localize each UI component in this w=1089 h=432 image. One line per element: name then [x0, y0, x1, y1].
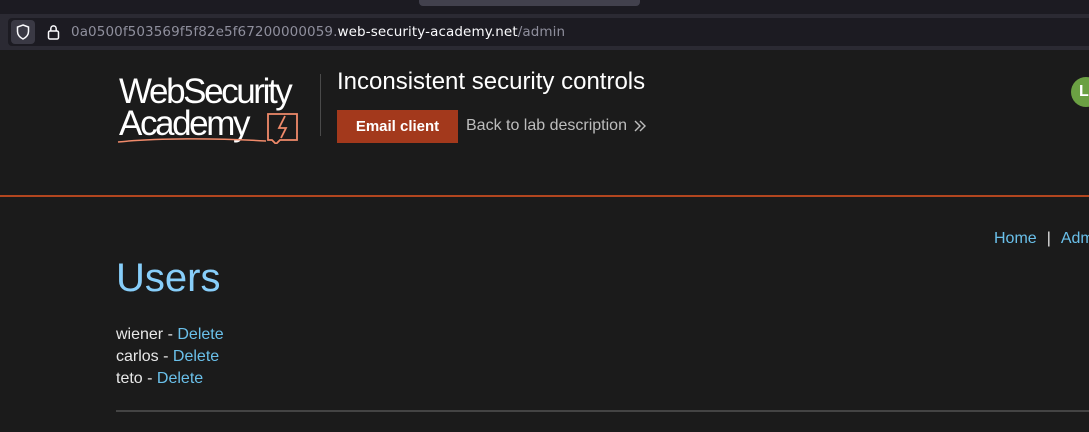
chevron-right-double-icon [634, 120, 646, 132]
user-name: carlos [116, 348, 159, 365]
avatar[interactable]: L [1071, 77, 1089, 107]
user-list: wiener - Delete carlos - Delete teto - D… [116, 324, 224, 390]
url-host: web-security-academy.net [337, 24, 518, 40]
user-separator: - [142, 370, 157, 387]
user-separator: - [158, 348, 173, 365]
email-client-button[interactable]: Email client [337, 110, 458, 143]
url-text[interactable]: 0a0500f503569f5f82e5f67200000059.web-sec… [71, 24, 565, 40]
delete-user-link[interactable]: Delete [173, 348, 219, 365]
nav-separator: | [1046, 230, 1051, 247]
tab-strip [0, 0, 1089, 14]
header-divider [320, 74, 321, 136]
user-name: teto [116, 370, 143, 387]
top-nav: Home | Adm [994, 230, 1089, 248]
page-title: Users [116, 256, 221, 300]
delete-user-link[interactable]: Delete [177, 326, 223, 343]
section-divider [116, 410, 1089, 412]
tracking-protection-icon[interactable] [11, 20, 35, 44]
user-row-teto: teto - Delete [116, 368, 224, 390]
url-path: /admin [517, 24, 566, 40]
user-name: wiener [116, 326, 164, 343]
user-separator: - [163, 326, 178, 343]
back-to-lab-description-link[interactable]: Back to lab description [466, 117, 647, 135]
url-bar: 0a0500f503569f5f82e5f67200000059.web-sec… [0, 14, 1089, 50]
lab-header: WebSecurity Academy Inconsistent securit… [0, 50, 1089, 197]
user-row-carlos: carlos - Delete [116, 346, 224, 368]
nav-home-link[interactable]: Home [994, 230, 1037, 248]
back-link-label: Back to lab description [466, 117, 627, 134]
url-subdomain: 0a0500f503569f5f82e5f67200000059. [71, 24, 338, 40]
delete-user-link[interactable]: Delete [157, 370, 203, 387]
logo-mark-icon [117, 113, 298, 144]
address-field[interactable]: 0a0500f503569f5f82e5f67200000059.web-sec… [8, 18, 1089, 46]
lock-icon[interactable] [45, 23, 61, 41]
user-row-wiener: wiener - Delete [116, 324, 224, 346]
web-security-academy-logo[interactable]: WebSecurity Academy [116, 72, 316, 144]
nav-admin-link[interactable]: Adm [1061, 230, 1089, 248]
lab-title: Inconsistent security controls [337, 68, 646, 95]
active-tab[interactable] [419, 0, 640, 6]
